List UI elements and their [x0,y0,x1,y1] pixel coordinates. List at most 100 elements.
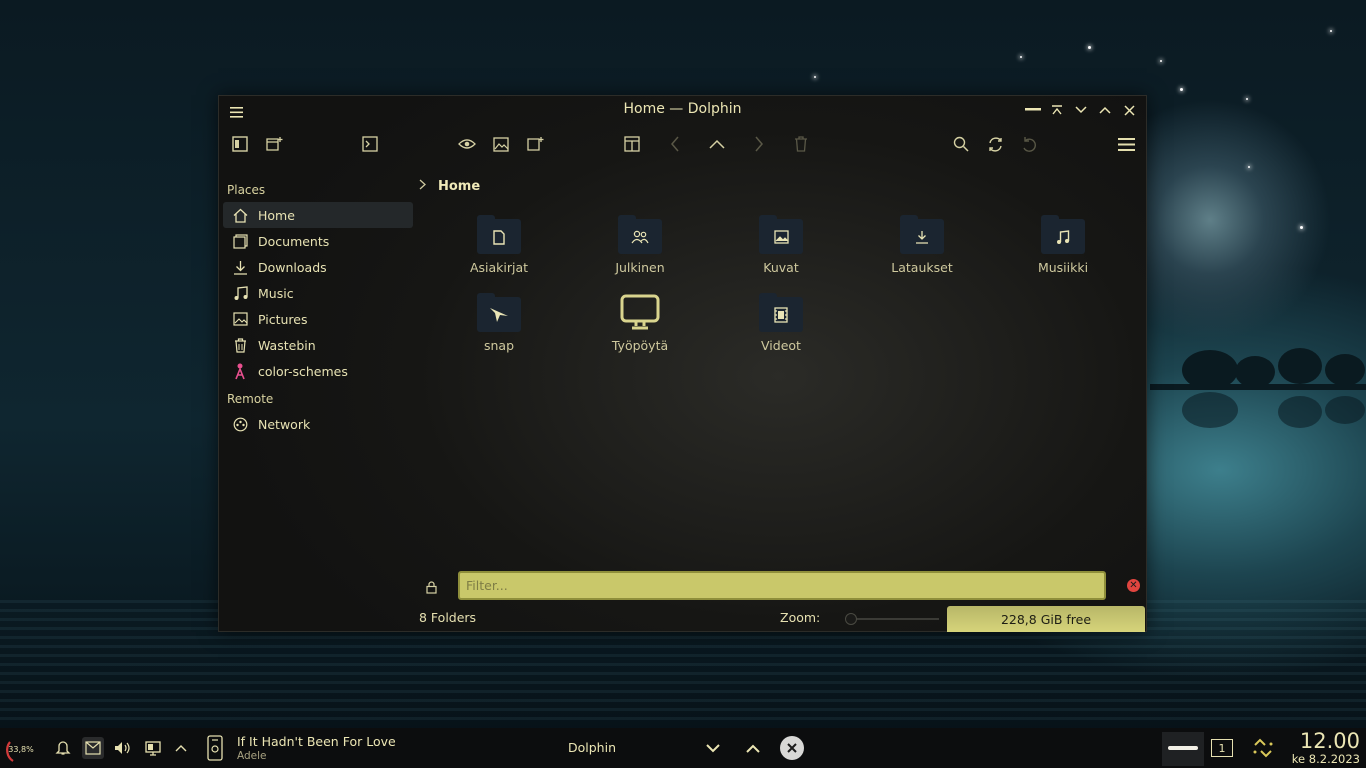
filter-input[interactable]: Filter... [458,571,1106,600]
folder-item[interactable]: snap [449,292,549,353]
pictures-folder-icon [759,214,803,254]
delete-icon[interactable] [787,129,815,159]
media-artist: Adele [237,750,267,762]
panels-icon[interactable] [226,129,254,159]
clock-date[interactable]: ke 8.2.2023 [1280,752,1360,766]
clock-time[interactable]: 12.00 [1296,729,1360,753]
breadcrumb-current[interactable]: Home [438,179,480,194]
task-close-icon[interactable] [780,736,804,760]
music-folder-icon [1041,214,1085,254]
sidebar-item-pictures[interactable]: Pictures [223,306,413,332]
folder-count: 8 Folders [419,610,477,625]
folder-item[interactable]: Videot [731,292,831,353]
split-view-icon[interactable] [618,129,646,159]
places-heading: Places [227,183,266,197]
zoom-label: Zoom: [780,610,821,625]
sidebar-item-network[interactable]: Network [223,411,413,437]
preview-eye-icon[interactable] [453,129,481,159]
lock-icon[interactable] [426,579,437,598]
sidebar-item-color-schemes[interactable]: color-schemes [223,358,413,384]
folder-name: snap [483,338,515,353]
cpu-monitor[interactable]: 33,8% [3,734,39,764]
show-desktop-icon[interactable] [1162,732,1204,766]
videos-folder-icon [759,292,803,332]
shade-icon[interactable] [1072,101,1090,119]
folder-item[interactable]: Asiakirjat [449,214,549,275]
folder-name: Asiakirjat [469,260,529,275]
document-folder-icon [477,214,521,254]
titlebar[interactable]: Home — Dolphin [219,96,1146,124]
task-dolphin[interactable]: Dolphin [568,740,616,755]
downloads-folder-icon [900,214,944,254]
display-icon[interactable] [143,738,163,758]
documents-icon [231,232,249,250]
hamburger-menu-icon[interactable] [1112,129,1140,159]
sidebar-item-documents[interactable]: Documents [223,228,413,254]
pictures-icon [231,310,249,328]
sidebar-item-music[interactable]: Music [223,280,413,306]
back-icon[interactable] [661,129,689,159]
new-window-icon[interactable] [260,129,288,159]
folder-item[interactable]: Lataukset [872,214,972,275]
sidebar-item-label: color-schemes [258,363,348,379]
free-space-indicator[interactable]: 228,8 GiB free [947,606,1145,632]
main-toolbar [219,129,1146,161]
downloads-icon [231,258,249,276]
notifications-bell-icon[interactable] [53,738,73,758]
taskbar: 33,8% If It Hadn't Been For Love Adele D… [0,728,1366,768]
folder-item[interactable]: Julkinen [590,214,690,275]
wallpaper-trees [1150,348,1366,428]
close-icon[interactable] [1120,101,1138,119]
network-manager-icon[interactable] [1251,737,1275,759]
tray-expand-chevron-icon[interactable] [172,739,190,757]
kde-connect-icon[interactable] [82,737,104,759]
filter-bar: Filter... ✕ [419,571,1144,601]
folder-name: Kuvat [763,260,799,275]
remote-heading: Remote [227,392,274,406]
task-maximize-chevron-icon[interactable] [744,739,762,757]
zoom-slider-track[interactable] [849,618,939,620]
sidebar-item-wastebin[interactable]: Wastebin [223,332,413,358]
search-icon[interactable] [947,129,975,159]
forward-icon[interactable] [745,129,773,159]
sidebar-item-label: Pictures [258,311,308,327]
sidebar-item-label: Network [258,416,311,432]
window-title: Home — Dolphin [623,101,742,117]
media-title[interactable]: If It Hadn't Been For Love [237,734,396,749]
sidebar-item-home[interactable]: Home [223,202,413,228]
keep-above-icon[interactable] [1048,101,1066,119]
volume-icon[interactable] [112,738,132,758]
color-schemes-icon [231,362,249,380]
folder-item[interactable]: Musiikki [1013,214,1113,275]
folder-name: Julkinen [615,260,665,275]
zoom-slider-handle[interactable] [845,613,857,625]
task-minimize-chevron-icon[interactable] [704,739,722,757]
folder-item[interactable]: Kuvat [731,214,831,275]
folder-name: Videot [761,338,801,353]
trash-icon [231,336,249,354]
sidebar-item-downloads[interactable]: Downloads [223,254,413,280]
media-player-icon[interactable] [205,734,225,762]
cpu-percent: 33,8% [8,744,34,754]
virtual-desktop-pager[interactable]: 1 [1211,739,1233,757]
undo-icon[interactable] [1015,129,1043,159]
music-icon [231,284,249,302]
clear-filter-icon[interactable]: ✕ [1127,579,1140,592]
up-icon[interactable] [703,129,731,159]
sidebar-item-label: Wastebin [258,337,316,353]
home-icon [231,206,249,224]
reload-icon[interactable] [981,129,1009,159]
sidebar-item-label: Home [258,207,295,223]
places-panel: Places Home Documents Downloads Music Pi… [223,180,413,437]
maximize-icon[interactable] [1096,101,1114,119]
desktop-icon [618,292,662,332]
new-tab-icon[interactable] [521,129,549,159]
terminal-icon[interactable] [356,129,384,159]
chevron-right-icon[interactable] [419,179,426,194]
folder-item[interactable]: Työpöytä [590,292,690,353]
minimize-icon[interactable] [1024,101,1042,119]
folder-name: Lataukset [891,260,953,275]
status-bar: 8 Folders Zoom: 228,8 GiB free [419,606,1147,632]
image-icon[interactable] [487,129,515,159]
breadcrumb[interactable]: Home [419,176,480,196]
